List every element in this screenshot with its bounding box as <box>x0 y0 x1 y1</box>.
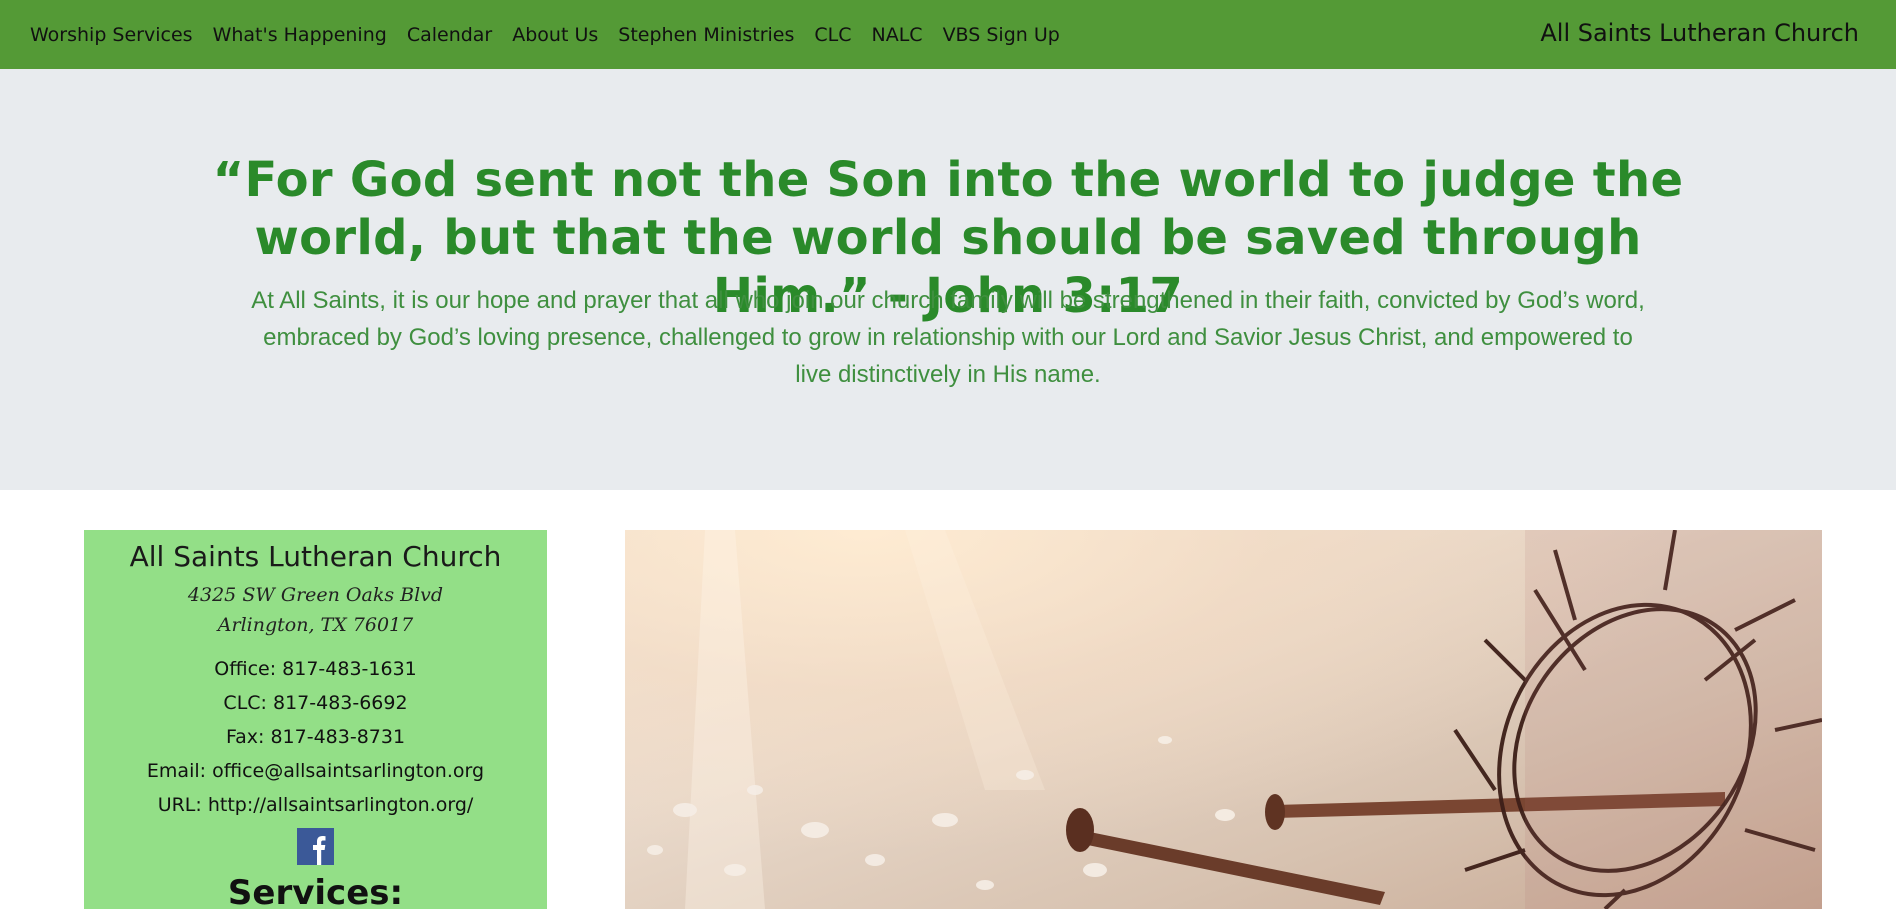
church-info-card: All Saints Lutheran Church 4325 SW Green… <box>84 530 547 909</box>
email-link[interactable]: Email: office@allsaintsarlington.org <box>84 754 547 788</box>
address-line-1: 4325 SW Green Oaks Blvd <box>187 584 444 606</box>
church-address: 4325 SW Green Oaks Blvd Arlington, TX 76… <box>84 580 547 640</box>
nav-link-nalc[interactable]: NALC <box>872 24 923 46</box>
nav-link-about-us[interactable]: About Us <box>512 24 598 46</box>
url-link[interactable]: URL: http://allsaintsarlington.org/ <box>84 788 547 822</box>
site-brand[interactable]: All Saints Lutheran Church <box>1540 19 1859 47</box>
nav-link-whats-happening[interactable]: What's Happening <box>213 24 387 46</box>
nav-links: Worship Services What's Happening Calend… <box>30 24 1080 46</box>
fax-number: Fax: 817-483-8731 <box>225 726 406 748</box>
contact-lines: Office: 817-483-1631 CLC: 817-483-6692 F… <box>84 652 547 822</box>
hero-mission-statement: At All Saints, it is our hope and prayer… <box>251 287 1645 388</box>
services-heading: Services: <box>227 873 404 909</box>
church-name: All Saints Lutheran Church <box>129 540 502 573</box>
nav-link-vbs-sign-up[interactable]: VBS Sign Up <box>943 24 1060 46</box>
facebook-icon[interactable] <box>297 828 334 865</box>
nav-link-calendar[interactable]: Calendar <box>407 24 492 46</box>
nav-link-stephen-ministries[interactable]: Stephen Ministries <box>618 24 794 46</box>
hero-banner: “For God sent not the Son into the world… <box>0 69 1896 490</box>
address-line-2: Arlington, TX 76017 <box>217 614 414 636</box>
nav-link-clc[interactable]: CLC <box>814 24 851 46</box>
crown-of-thorns-illustration <box>647 530 1822 909</box>
clc-phone: CLC: 817-483-6692 <box>223 692 408 714</box>
top-navbar: Worship Services What's Happening Calend… <box>0 0 1896 69</box>
office-phone: Office: 817-483-1631 <box>214 658 417 680</box>
crown-of-thorns-image <box>625 530 1822 909</box>
facebook-icon-glyph <box>297 828 334 865</box>
nav-link-worship-services[interactable]: Worship Services <box>30 24 193 46</box>
